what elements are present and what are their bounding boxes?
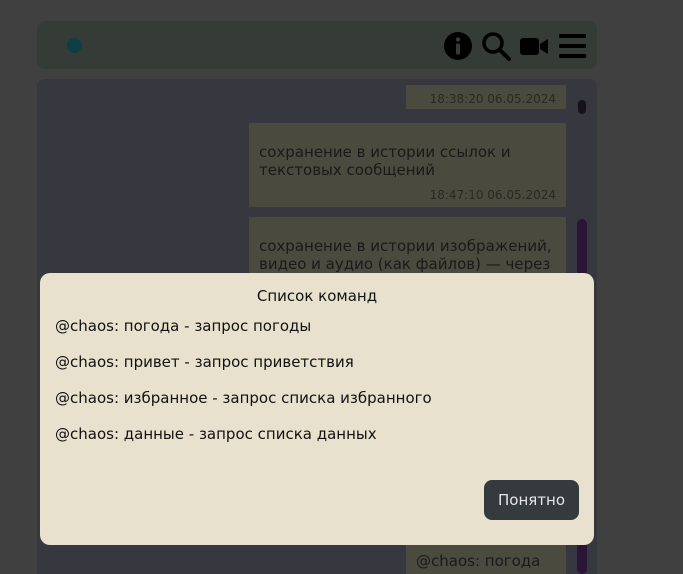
chat-header xyxy=(37,21,597,69)
command-item: @chaos: данные - запрос списка данных xyxy=(55,425,377,443)
message-bubble: @chaos: погода xyxy=(406,545,566,574)
message-bubble: сохранение в истории ссылок и текстовых … xyxy=(249,123,566,207)
menu-icon[interactable] xyxy=(557,31,587,61)
command-item: @chaos: избранное - запрос списка избран… xyxy=(55,389,432,407)
video-camera-icon[interactable] xyxy=(519,31,549,61)
commands-modal: Список команд @chaos: погода - запрос по… xyxy=(40,273,594,545)
chat-scrollbar-top[interactable] xyxy=(578,100,586,114)
message-text: сохранение в истории ссылок и текстовых … xyxy=(259,143,511,179)
ok-button[interactable]: Понятно xyxy=(484,480,579,520)
message-timestamp: 18:47:10 06.05.2024 xyxy=(429,188,556,202)
info-icon[interactable] xyxy=(443,31,473,61)
command-item: @chaos: погода - запрос погоды xyxy=(55,317,312,335)
message-bubble: 18:38:20 06.05.2024 xyxy=(406,85,566,109)
search-icon[interactable] xyxy=(481,31,511,61)
modal-title: Список команд xyxy=(256,287,378,305)
message-timestamp: 18:38:20 06.05.2024 xyxy=(429,92,556,106)
command-item: @chaos: привет - запрос приветствия xyxy=(55,353,354,371)
message-text: @chaos: погода xyxy=(416,552,541,570)
message-text: сохранение в истории изображений, видео … xyxy=(259,237,552,273)
status-indicator-dot xyxy=(67,38,82,53)
